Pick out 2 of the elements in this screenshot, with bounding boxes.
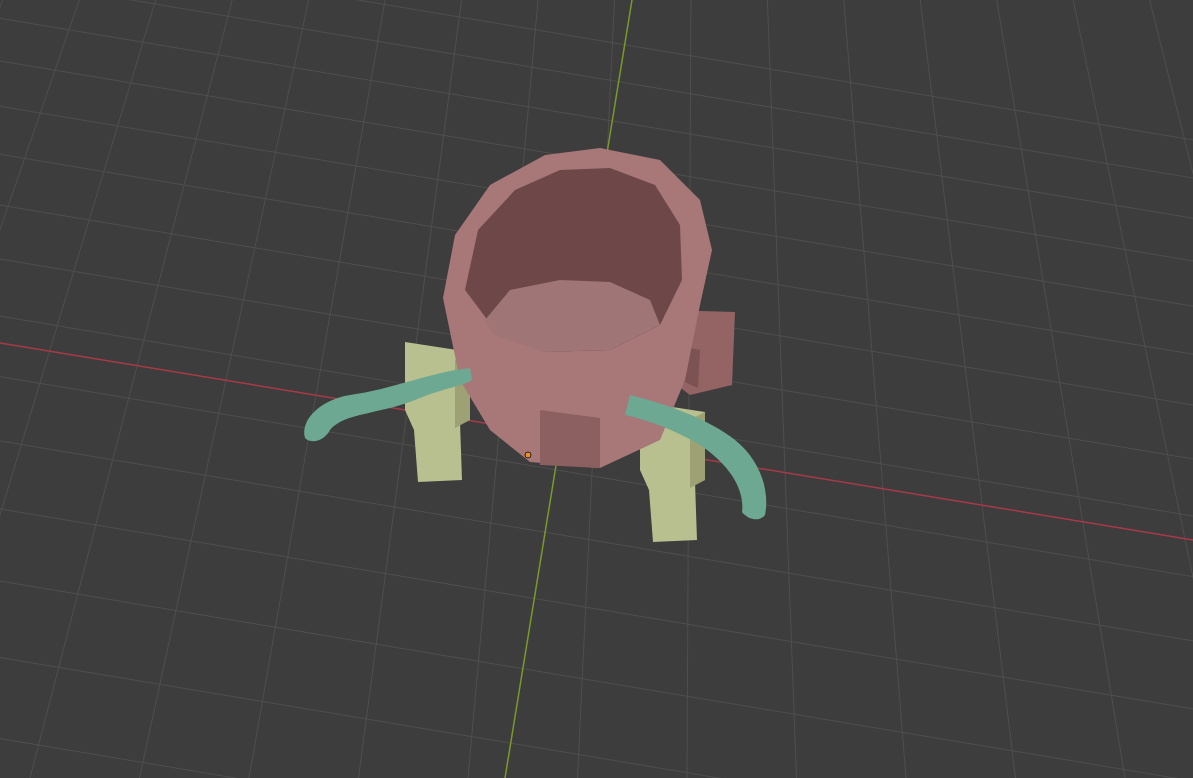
3d-viewport[interactable] — [0, 0, 1193, 778]
origin-dot — [524, 451, 532, 459]
